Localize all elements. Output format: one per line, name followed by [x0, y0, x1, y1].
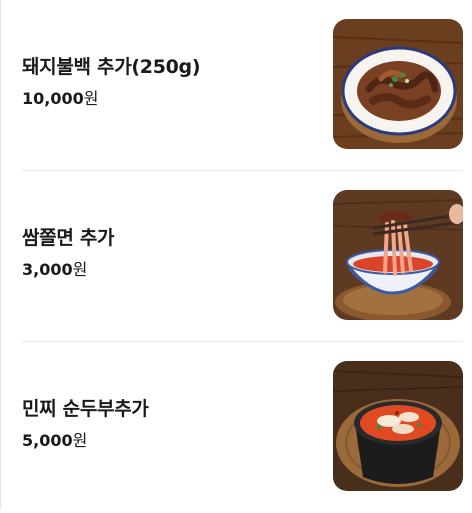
noodle-bowl-chopsticks-icon[interactable]: [333, 190, 463, 320]
price-amount: 5,000: [22, 431, 73, 450]
price-currency: 원: [72, 260, 88, 279]
menu-item-price: 5,000원: [22, 430, 312, 452]
menu-item-name: 돼지불백 추가(250g): [22, 56, 201, 78]
menu-list: 돼지불백 추가(250g) 10,000원 쌈쫄면 추가 3,000원 민찌 순…: [22, 0, 463, 513]
price-amount: 10,000: [22, 89, 84, 108]
menu-item-name: 쌈쫄면 추가: [22, 227, 115, 249]
soft-tofu-stew-pot-icon[interactable]: [333, 361, 463, 491]
panel-left-border: [0, 0, 1, 509]
price-currency: 원: [83, 89, 99, 108]
menu-item-text: 민찌 순두부추가 5,000원: [22, 396, 312, 452]
price-currency: 원: [72, 431, 88, 450]
menu-item-pork-bulbaek[interactable]: 돼지불백 추가(250g) 10,000원: [22, 0, 463, 171]
menu-item-text: 쌈쫄면 추가 3,000원: [22, 225, 312, 281]
menu-item-price: 3,000원: [22, 259, 312, 281]
menu-item-name: 민찌 순두부추가: [22, 398, 149, 420]
menu-item-ssam-jjolmyeon[interactable]: 쌈쫄면 추가 3,000원: [22, 171, 463, 342]
menu-item-text: 돼지불백 추가(250g) 10,000원: [22, 54, 312, 110]
price-amount: 3,000: [22, 260, 73, 279]
menu-item-minced-sundubu[interactable]: 민찌 순두부추가 5,000원: [22, 342, 463, 513]
stir-fried-pork-plate-icon[interactable]: [333, 19, 463, 149]
menu-item-price: 10,000원: [22, 88, 312, 110]
